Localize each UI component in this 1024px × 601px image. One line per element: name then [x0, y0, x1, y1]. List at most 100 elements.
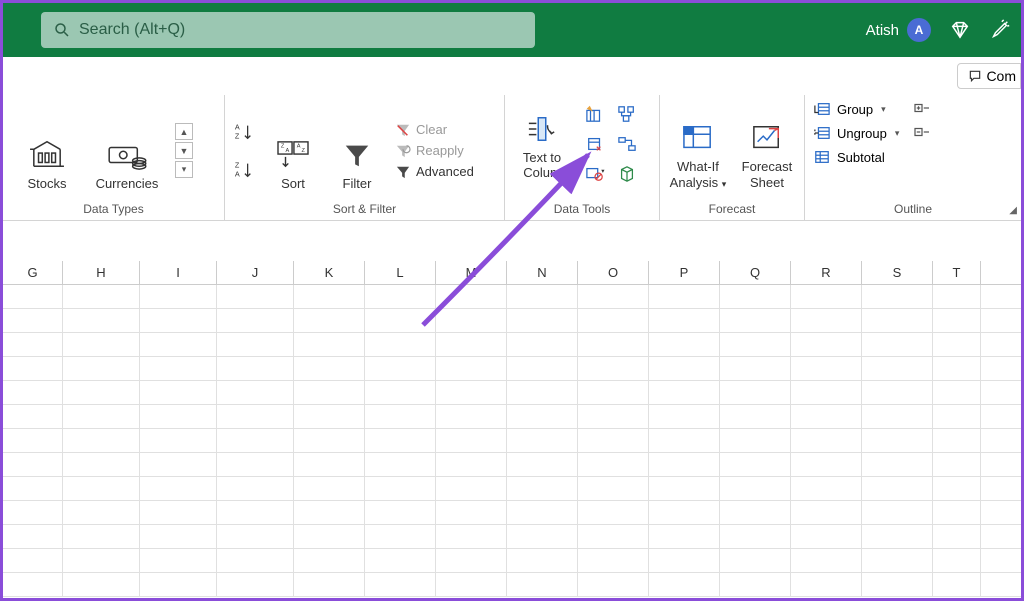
- cell[interactable]: [365, 477, 436, 500]
- cell[interactable]: [63, 333, 140, 356]
- cell[interactable]: [578, 549, 649, 572]
- cell[interactable]: [862, 549, 933, 572]
- cell[interactable]: [294, 309, 365, 332]
- cell[interactable]: [862, 333, 933, 356]
- cell[interactable]: [436, 573, 507, 596]
- cell[interactable]: [63, 309, 140, 332]
- cell[interactable]: [436, 501, 507, 524]
- filter-button[interactable]: Filter: [331, 111, 383, 191]
- cell[interactable]: [365, 429, 436, 452]
- cell[interactable]: [365, 453, 436, 476]
- cell[interactable]: [436, 381, 507, 404]
- cell[interactable]: [365, 381, 436, 404]
- cell[interactable]: [63, 573, 140, 596]
- gallery-down[interactable]: ▼: [175, 142, 193, 159]
- cell[interactable]: [63, 357, 140, 380]
- col-header-P[interactable]: P: [649, 261, 720, 284]
- cell[interactable]: [3, 309, 63, 332]
- comments-button[interactable]: Com: [957, 63, 1021, 89]
- cell[interactable]: [3, 573, 63, 596]
- cell[interactable]: [791, 381, 862, 404]
- cell[interactable]: [933, 573, 981, 596]
- cell[interactable]: [436, 525, 507, 548]
- cell[interactable]: [507, 357, 578, 380]
- cell[interactable]: [720, 573, 791, 596]
- cell[interactable]: [507, 549, 578, 572]
- cell[interactable]: [294, 477, 365, 500]
- col-header-O[interactable]: O: [578, 261, 649, 284]
- cell[interactable]: [578, 333, 649, 356]
- cell[interactable]: [3, 405, 63, 428]
- cell[interactable]: [3, 549, 63, 572]
- cell[interactable]: [436, 285, 507, 308]
- col-header-N[interactable]: N: [507, 261, 578, 284]
- cell[interactable]: [791, 285, 862, 308]
- currencies-button[interactable]: Currencies: [91, 111, 163, 191]
- cell[interactable]: [507, 381, 578, 404]
- cell[interactable]: [217, 333, 294, 356]
- cell[interactable]: [365, 309, 436, 332]
- cell[interactable]: [933, 405, 981, 428]
- cell[interactable]: [436, 309, 507, 332]
- cell[interactable]: [217, 405, 294, 428]
- cell[interactable]: [217, 429, 294, 452]
- cell[interactable]: [3, 525, 63, 548]
- what-if-button[interactable]: What-If Analysis ▾: [668, 111, 728, 191]
- cell[interactable]: [140, 357, 217, 380]
- cell[interactable]: [294, 381, 365, 404]
- cell[interactable]: [3, 333, 63, 356]
- cell[interactable]: [791, 501, 862, 524]
- col-header-Q[interactable]: Q: [720, 261, 791, 284]
- col-header-H[interactable]: H: [63, 261, 140, 284]
- col-header-I[interactable]: I: [140, 261, 217, 284]
- cell[interactable]: [649, 357, 720, 380]
- cell[interactable]: [507, 333, 578, 356]
- cell[interactable]: [436, 357, 507, 380]
- cell[interactable]: [791, 357, 862, 380]
- cell[interactable]: [3, 285, 63, 308]
- cell[interactable]: [578, 501, 649, 524]
- cell[interactable]: [578, 453, 649, 476]
- cell[interactable]: [720, 381, 791, 404]
- cell[interactable]: [862, 309, 933, 332]
- cell[interactable]: [720, 309, 791, 332]
- cell[interactable]: [578, 357, 649, 380]
- cell[interactable]: [507, 429, 578, 452]
- cell[interactable]: [294, 549, 365, 572]
- cell[interactable]: [140, 309, 217, 332]
- cell[interactable]: [507, 285, 578, 308]
- gallery-more[interactable]: ▾: [175, 161, 193, 178]
- cell[interactable]: [63, 405, 140, 428]
- cell[interactable]: [140, 285, 217, 308]
- cell[interactable]: [365, 525, 436, 548]
- subtotal-button[interactable]: Subtotal: [813, 149, 899, 165]
- col-header-T[interactable]: T: [933, 261, 981, 284]
- clear-filter-button[interactable]: Clear: [395, 122, 474, 137]
- cell[interactable]: [933, 333, 981, 356]
- cell[interactable]: [720, 453, 791, 476]
- cell[interactable]: [862, 429, 933, 452]
- cell[interactable]: [649, 477, 720, 500]
- cell[interactable]: [791, 549, 862, 572]
- coming-soon-icon[interactable]: [989, 19, 1011, 41]
- cell[interactable]: [578, 525, 649, 548]
- cell[interactable]: [140, 453, 217, 476]
- cell[interactable]: [140, 501, 217, 524]
- cell[interactable]: [365, 333, 436, 356]
- cell[interactable]: [933, 501, 981, 524]
- cell[interactable]: [217, 309, 294, 332]
- col-header-J[interactable]: J: [217, 261, 294, 284]
- cell[interactable]: [140, 381, 217, 404]
- cell[interactable]: [791, 525, 862, 548]
- stocks-button[interactable]: Stocks: [11, 111, 83, 191]
- show-detail-button[interactable]: [913, 101, 931, 115]
- gallery-up[interactable]: ▲: [175, 123, 193, 140]
- cell[interactable]: [140, 429, 217, 452]
- cell[interactable]: [217, 501, 294, 524]
- cell[interactable]: [862, 357, 933, 380]
- cell[interactable]: [720, 525, 791, 548]
- cell[interactable]: [649, 333, 720, 356]
- cell[interactable]: [63, 381, 140, 404]
- cell[interactable]: [862, 381, 933, 404]
- cell[interactable]: [140, 549, 217, 572]
